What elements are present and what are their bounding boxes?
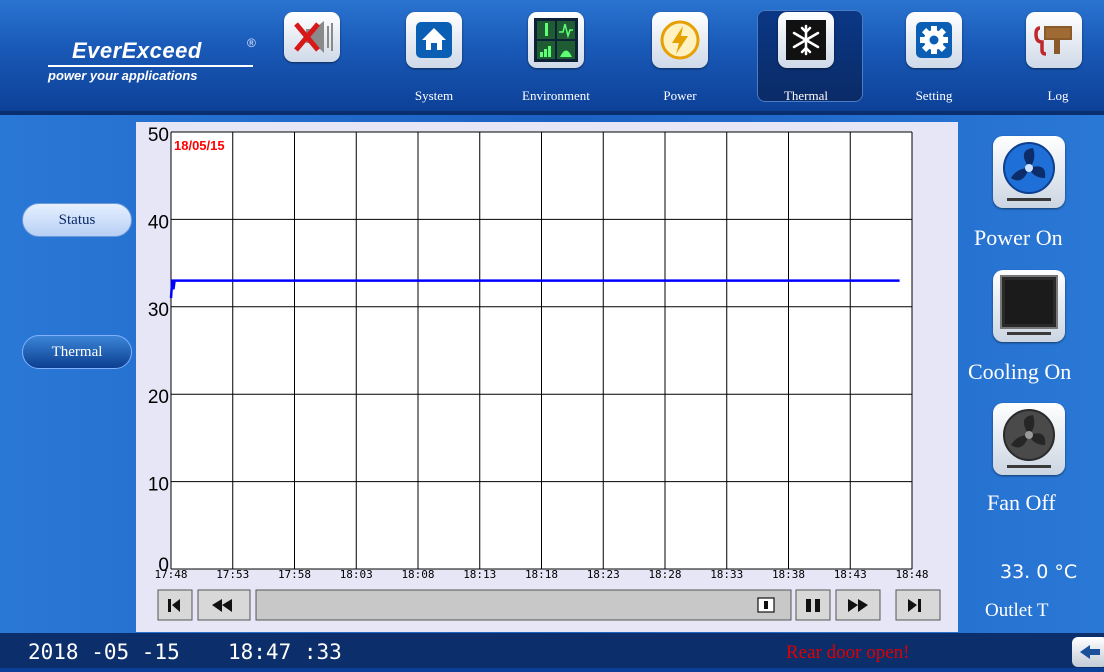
nav-log-label: Log: [1047, 88, 1069, 103]
last-icon: [918, 599, 921, 612]
alarm-message: Rear door open!: [786, 642, 910, 663]
nav-thermal-button[interactable]: [778, 12, 834, 68]
outlet-temperature-value: 33. 0 °C: [1000, 561, 1078, 583]
y-tick-label: 20: [148, 387, 169, 408]
status-bar: 2018 -05 -15 18:47 :33 Rear door open!: [0, 633, 1104, 668]
x-tick-label: 18:03: [340, 568, 373, 581]
chart-date-label: 18/05/15: [174, 138, 225, 153]
nav-environment-label: Environment: [522, 88, 590, 103]
y-tick-label: 0: [158, 555, 169, 576]
nav-system-label: System: [414, 88, 454, 103]
back-arrow-icon: [1080, 645, 1100, 659]
x-tick-label: 18:43: [834, 568, 867, 581]
fan-power-icon: [1003, 142, 1055, 201]
cooling-unit-icon: [1000, 275, 1058, 335]
y-tick-label: 30: [148, 300, 169, 321]
cooling-status-indicator: [993, 270, 1065, 342]
fan-off-icon: [1003, 409, 1055, 468]
x-tick-label: 18:08: [401, 568, 434, 581]
first-icon: [168, 599, 171, 612]
header-bar: EverExceed ® power your applications Sys…: [0, 0, 1104, 115]
nav-power-label: Power: [663, 88, 697, 103]
outlet-temperature-label: Outlet T: [985, 600, 1049, 621]
logo-underline: [48, 65, 253, 67]
timeline-scrollbar: [255, 589, 792, 621]
x-tick-label: 17:58: [278, 568, 311, 581]
pause-button: [795, 589, 831, 621]
nav-power-button[interactable]: [652, 12, 708, 68]
gear-icon: [916, 22, 952, 58]
pause-icon: [815, 599, 820, 612]
nav-log-button[interactable]: [1026, 12, 1082, 68]
brand-name: EverExceed: [72, 38, 202, 63]
registered-mark: ®: [247, 36, 256, 50]
current-time: 18:47 :33: [228, 640, 342, 664]
mute-button[interactable]: [284, 12, 340, 62]
window-icon: [764, 601, 768, 609]
back-button[interactable]: [1072, 637, 1104, 667]
y-tick-label: 50: [148, 125, 169, 146]
x-tick-label: 17:53: [216, 568, 249, 581]
nav-thermal-label: Thermal: [783, 88, 829, 103]
temperature-chart: 17:48 17:53 17:58 18:03 18:08 18:13 18:18 18:23…: [136, 122, 958, 632]
y-tick-label: 40: [148, 212, 169, 233]
fan-status-label: Fan Off: [987, 490, 1056, 515]
x-tick-label: 18:33: [710, 568, 743, 581]
snowflake-icon: [786, 20, 826, 60]
current-date: 2018 -05 -15: [28, 640, 180, 664]
x-tick-label: 18:48: [895, 568, 928, 581]
x-tick-label: 18:18: [525, 568, 558, 581]
tab-status[interactable]: Status: [22, 203, 132, 237]
environment-monitor-icon: [534, 18, 578, 62]
home-icon: [416, 22, 452, 58]
speaker-muted-icon: [294, 21, 333, 53]
nav-system-button[interactable]: [406, 12, 462, 68]
x-tick-label: 18:23: [587, 568, 620, 581]
x-tick-label: 18:13: [463, 568, 496, 581]
lightning-bolt-icon: [660, 20, 700, 60]
chart-canvas: 17:48 17:53 17:58 18:03 18:08 18:13 18:18 18:23…: [148, 125, 941, 621]
power-status-indicator: [993, 136, 1065, 208]
log-icon: [1034, 26, 1072, 56]
y-tick-label: 10: [148, 475, 169, 496]
cooling-status-label: Cooling On: [968, 359, 1072, 384]
power-status-label: Power On: [974, 225, 1063, 250]
x-tick-label: 18:28: [648, 568, 681, 581]
tab-thermal[interactable]: Thermal: [22, 335, 132, 369]
pause-icon: [806, 599, 811, 612]
x-tick-label: 18:38: [772, 568, 805, 581]
fan-status-indicator: [993, 403, 1065, 475]
nav-setting-label: Setting: [915, 88, 953, 103]
nav-environment-button[interactable]: [528, 12, 584, 68]
everexceed-logo: EverExceed ® power your applications: [42, 36, 262, 90]
nav-setting-button[interactable]: [906, 12, 962, 68]
brand-tagline: power your applications: [48, 68, 198, 83]
